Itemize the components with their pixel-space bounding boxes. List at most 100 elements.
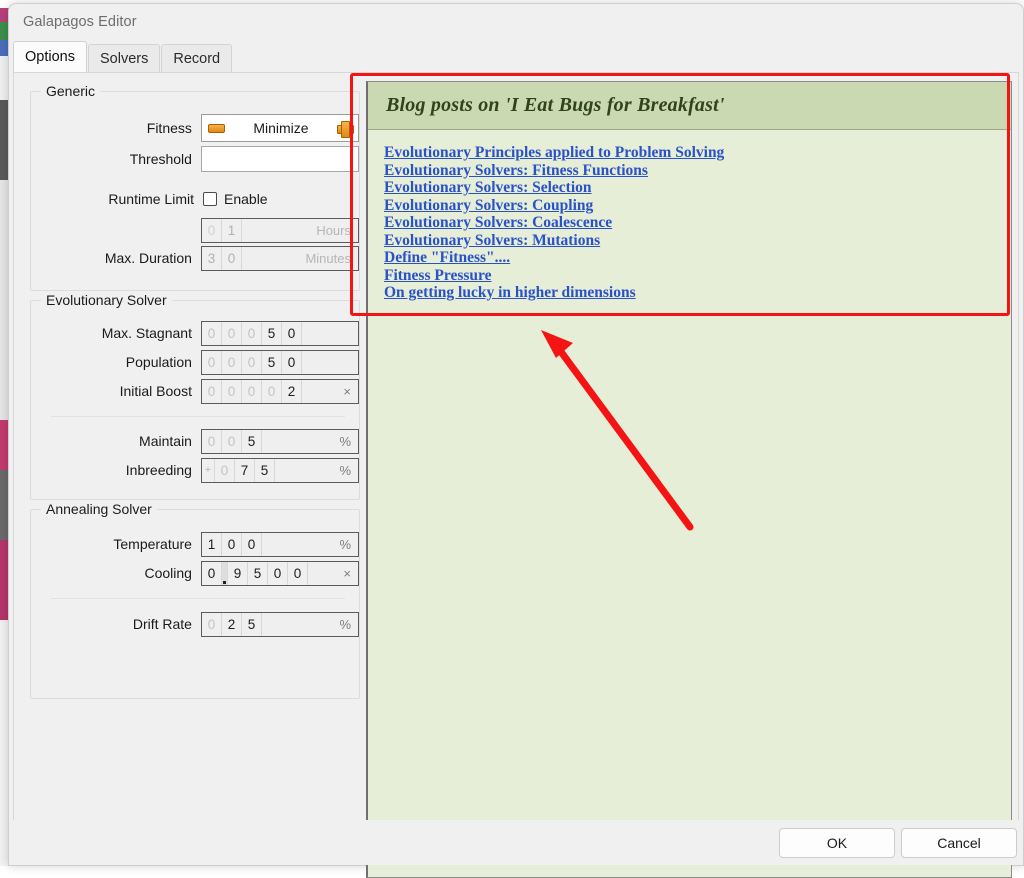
digit[interactable]: 0 bbox=[242, 532, 262, 556]
digit[interactable]: 2 bbox=[222, 612, 242, 636]
digit[interactable]: 0 bbox=[222, 321, 242, 345]
group-generic: Generic Fitness Minimize Threshold Runti… bbox=[30, 83, 360, 291]
group-generic-title: Generic bbox=[41, 83, 101, 99]
tab-solvers[interactable]: Solvers bbox=[87, 44, 161, 72]
plus-icon[interactable] bbox=[337, 120, 354, 138]
threshold-input[interactable] bbox=[200, 146, 359, 172]
runtime-limit-enable[interactable]: Enable bbox=[203, 191, 268, 207]
blog-link[interactable]: Evolutionary Solvers: Mutations bbox=[384, 232, 1011, 250]
digit[interactable]: 7 bbox=[235, 458, 255, 482]
row-maintain: Maintain 0 0 5 % bbox=[31, 427, 359, 455]
unit-label: × bbox=[343, 383, 351, 399]
cooling-field[interactable]: 0 9 5 0 0 × bbox=[200, 560, 359, 586]
digit[interactable]: 0 bbox=[222, 532, 242, 556]
digit[interactable]: 5 bbox=[262, 321, 282, 345]
unit-label: Hours bbox=[316, 222, 351, 238]
drift-rate-field[interactable]: 0 2 5 % bbox=[200, 611, 359, 637]
digit[interactable]: 5 bbox=[262, 350, 282, 374]
digit[interactable]: 5 bbox=[255, 458, 275, 482]
digit[interactable]: 0 bbox=[268, 561, 288, 585]
inbreeding-field[interactable]: + 0 7 5 % bbox=[200, 457, 359, 483]
digit[interactable]: 0 bbox=[202, 321, 222, 345]
blog-link[interactable]: Fitness Pressure bbox=[384, 267, 1011, 285]
group-separator bbox=[51, 598, 345, 599]
blog-link[interactable]: Evolutionary Solvers: Fitness Functions bbox=[384, 162, 1011, 180]
blog-link[interactable]: Evolutionary Solvers: Coalescence bbox=[384, 214, 1011, 232]
digit[interactable]: 0 bbox=[222, 379, 242, 403]
fitness-selector[interactable]: Minimize bbox=[200, 114, 359, 142]
digit[interactable]: 0 bbox=[222, 350, 242, 374]
tab-options[interactable]: Options bbox=[13, 41, 87, 72]
maintain-field[interactable]: 0 0 5 % bbox=[200, 428, 359, 454]
digit[interactable]: 1 bbox=[222, 218, 242, 242]
row-population: Population 0 0 0 5 0 bbox=[31, 348, 359, 376]
max-stagnant-field[interactable]: 0 0 0 5 0 bbox=[200, 320, 359, 346]
digit[interactable]: 0 bbox=[242, 379, 262, 403]
inbreeding-label: Inbreeding bbox=[125, 462, 192, 478]
digit[interactable]: 0 bbox=[202, 612, 222, 636]
group-evolutionary-solver: Evolutionary Solver Max. Stagnant 0 0 0 … bbox=[30, 292, 360, 500]
digit[interactable]: 0 bbox=[202, 350, 222, 374]
galapagos-editor-window: Galapagos Editor Options Solvers Record … bbox=[8, 3, 1024, 878]
row-cooling: Cooling 0 9 5 0 0 × bbox=[31, 559, 359, 587]
digit[interactable]: 5 bbox=[242, 429, 262, 453]
blog-link-list: Evolutionary Principles applied to Probl… bbox=[368, 130, 1011, 302]
blog-link[interactable]: Evolutionary Solvers: Coupling bbox=[384, 197, 1011, 215]
dialog-footer: OK Cancel bbox=[9, 820, 1023, 865]
digit[interactable]: 0 bbox=[202, 429, 222, 453]
row-runtime-limit: Runtime Limit Enable bbox=[31, 185, 359, 213]
blog-link[interactable]: Evolutionary Principles applied to Probl… bbox=[384, 144, 1011, 162]
population-label: Population bbox=[125, 354, 192, 370]
digit[interactable]: 5 bbox=[248, 561, 268, 585]
digit[interactable]: 2 bbox=[282, 379, 302, 403]
minus-icon[interactable] bbox=[207, 123, 225, 133]
threshold-label: Threshold bbox=[129, 151, 192, 167]
max-duration-minutes-field[interactable]: 3 0 Minutes bbox=[200, 245, 359, 271]
sign-digit[interactable]: + bbox=[202, 458, 215, 482]
tab-options-label: Options bbox=[25, 49, 75, 65]
row-threshold: Threshold bbox=[31, 145, 359, 173]
blog-panel: Blog posts on 'I Eat Bugs for Breakfast'… bbox=[366, 81, 1012, 878]
ok-button[interactable]: OK bbox=[779, 828, 895, 858]
temperature-field[interactable]: 1 0 0 % bbox=[200, 531, 359, 557]
enable-checkbox[interactable] bbox=[203, 192, 217, 206]
initial-boost-field[interactable]: 0 0 0 0 2 × bbox=[200, 378, 359, 404]
fitness-label: Fitness bbox=[146, 120, 192, 136]
cooling-label: Cooling bbox=[144, 565, 192, 581]
blog-link[interactable]: Evolutionary Solvers: Selection bbox=[384, 179, 1011, 197]
max-stagnant-label: Max. Stagnant bbox=[101, 325, 192, 341]
digit[interactable]: 1 bbox=[202, 532, 222, 556]
digit[interactable]: 0 bbox=[202, 379, 222, 403]
cancel-button[interactable]: Cancel bbox=[901, 828, 1017, 858]
unit-label bbox=[302, 322, 358, 345]
digit[interactable]: 0 bbox=[242, 321, 262, 345]
blog-link[interactable]: On getting lucky in higher dimensions bbox=[384, 284, 1011, 302]
digit[interactable]: 0 bbox=[282, 321, 302, 345]
tab-strip: Options Solvers Record bbox=[13, 41, 233, 72]
population-field[interactable]: 0 0 0 5 0 bbox=[200, 349, 359, 375]
row-fitness: Fitness Minimize bbox=[31, 114, 359, 142]
enable-label: Enable bbox=[224, 191, 268, 207]
digit[interactable]: 5 bbox=[242, 612, 262, 636]
digit[interactable]: 0 bbox=[282, 350, 302, 374]
digit[interactable]: 3 bbox=[202, 246, 222, 270]
ok-button-label: OK bbox=[826, 835, 848, 851]
digit[interactable]: 0 bbox=[202, 561, 222, 585]
digit[interactable]: 9 bbox=[228, 561, 248, 585]
digit[interactable]: 0 bbox=[242, 350, 262, 374]
runtime-limit-label: Runtime Limit bbox=[108, 191, 194, 207]
group-annealing-solver: Annealing Solver Temperature 1 0 0 % Coo… bbox=[30, 501, 360, 699]
digit[interactable]: 0 bbox=[215, 458, 235, 482]
max-duration-hours-field[interactable]: 0 1 Hours bbox=[200, 217, 359, 243]
digit[interactable]: 0 bbox=[288, 561, 308, 585]
digit[interactable]: 0 bbox=[262, 379, 282, 403]
digit[interactable]: 0 bbox=[222, 246, 242, 270]
blog-link[interactable]: Define "Fitness".... bbox=[384, 249, 1011, 267]
digit[interactable]: 0 bbox=[222, 429, 242, 453]
unit-label: % bbox=[339, 536, 351, 552]
unit-label bbox=[302, 351, 358, 374]
digit[interactable]: 0 bbox=[202, 218, 222, 242]
tab-record[interactable]: Record bbox=[161, 44, 233, 72]
fitness-value: Minimize bbox=[253, 120, 309, 136]
settings-column: Generic Fitness Minimize Threshold Runti… bbox=[22, 79, 362, 819]
